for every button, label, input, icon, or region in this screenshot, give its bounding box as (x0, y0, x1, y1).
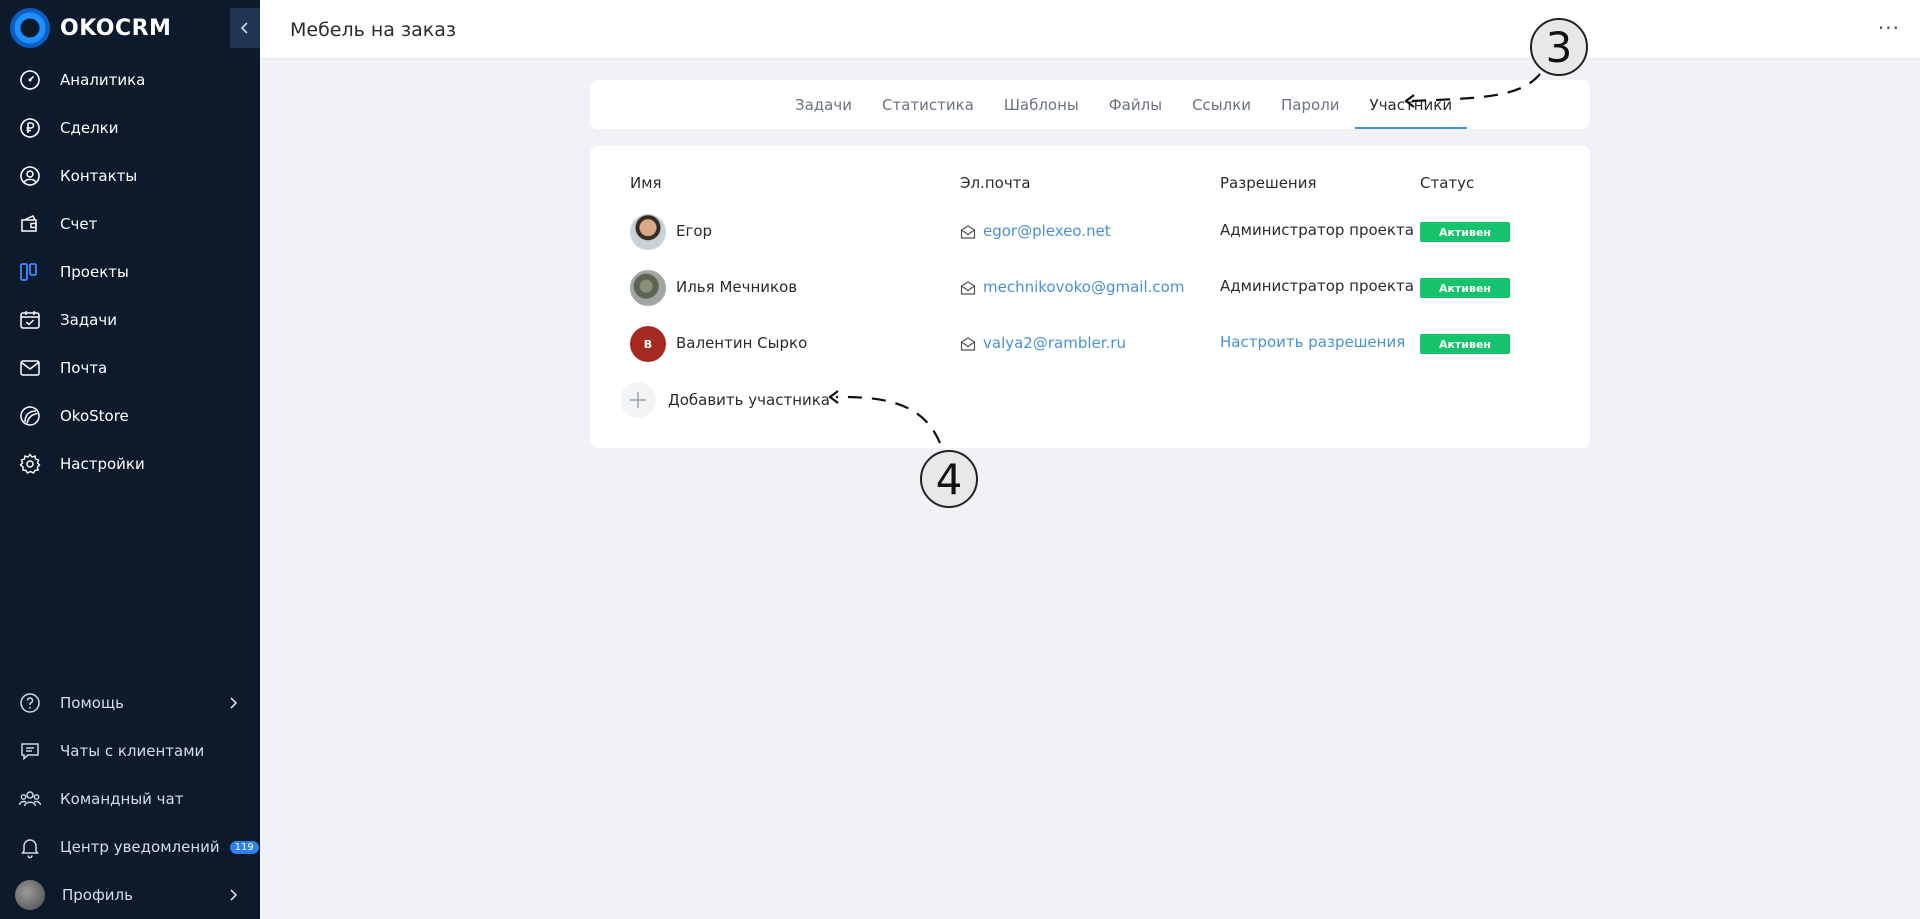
sidebar-item-label: Счет (60, 215, 98, 233)
sidebar: OKOCRM Аналитика Сделки Контакты Счет Пр… (0, 0, 260, 919)
column-header-permissions: Разрешения (1220, 174, 1317, 192)
member-email-link[interactable]: valya2@rambler.ru (983, 334, 1126, 352)
add-member-button[interactable]: Добавить участника (620, 382, 830, 418)
kanban-icon (18, 260, 42, 284)
sidebar-item-label: Центр уведомлений (60, 838, 220, 856)
sidebar-item-contacts[interactable]: Контакты (0, 152, 260, 200)
member-permission: Администратор проекта (1220, 277, 1414, 295)
project-tabs-card: Задачи Статистика Шаблоны Файлы Ссылки П… (590, 80, 1590, 129)
sidebar-item-projects[interactable]: Проекты (0, 248, 260, 296)
status-badge: Активен (1420, 278, 1510, 298)
column-header-name: Имя (630, 174, 662, 192)
mail-icon (960, 337, 976, 351)
table-row: В Валентин Сырко valya2@rambler.ru Настр… (590, 324, 1590, 364)
member-email-link[interactable]: egor@plexeo.net (983, 222, 1111, 240)
sidebar-item-okostore[interactable]: OkoStore (0, 392, 260, 440)
sidebar-item-label: Контакты (60, 167, 138, 185)
page-title: Мебель на заказ (290, 19, 456, 41)
member-permission: Администратор проекта (1220, 221, 1414, 239)
calendar-check-icon (18, 308, 42, 332)
more-options-button[interactable]: ··· (1878, 16, 1900, 40)
member-name: Егор (676, 222, 713, 240)
sidebar-item-deals[interactable]: Сделки (0, 104, 260, 152)
sidebar-item-client-chats[interactable]: Чаты с клиентами (0, 727, 260, 775)
sidebar-item-label: Командный чат (60, 790, 184, 808)
collapse-sidebar-button[interactable] (230, 8, 260, 48)
page-header: Мебель на заказ ··· (260, 0, 1920, 59)
sidebar-item-profile[interactable]: Профиль (0, 871, 260, 919)
column-header-status: Статус (1420, 174, 1475, 192)
mail-icon (960, 281, 976, 295)
tab-files[interactable]: Файлы (1094, 80, 1177, 129)
sidebar-item-label: Почта (60, 359, 108, 377)
avatar (630, 214, 666, 250)
sidebar-item-invoice[interactable]: Счет (0, 200, 260, 248)
tab-templates[interactable]: Шаблоны (989, 80, 1094, 129)
bell-icon (18, 835, 42, 859)
sidebar-item-tasks[interactable]: Задачи (0, 296, 260, 344)
table-row: Егор egor@plexeo.net Администратор проек… (590, 212, 1590, 252)
wallet-icon (18, 212, 42, 236)
mail-icon (960, 225, 976, 239)
main-nav: Аналитика Сделки Контакты Счет Проекты З… (0, 56, 260, 488)
sidebar-bottom-nav: Помощь Чаты с клиентами Командный чат Це… (0, 679, 260, 919)
tab-passwords[interactable]: Пароли (1266, 80, 1355, 129)
envelope-icon (18, 356, 42, 380)
user-circle-icon (18, 164, 42, 188)
member-name: Илья Мечников (676, 278, 798, 296)
tab-links[interactable]: Ссылки (1177, 80, 1266, 129)
gauge-icon (18, 68, 42, 92)
column-header-email: Эл.почта (960, 174, 1031, 192)
members-card: Имя Эл.почта Разрешения Статус Егор egor… (590, 146, 1590, 448)
team-icon (18, 787, 42, 811)
sidebar-item-label: Аналитика (60, 71, 146, 89)
sidebar-item-mail[interactable]: Почта (0, 344, 260, 392)
gear-icon (18, 452, 42, 476)
table-row: Илья Мечников mechnikovoko@gmail.com Адм… (590, 268, 1590, 308)
status-badge: Активен (1420, 222, 1510, 242)
sidebar-item-analytics[interactable]: Аналитика (0, 56, 260, 104)
sidebar-item-label: Задачи (60, 311, 117, 329)
sidebar-item-label: Сделки (60, 119, 119, 137)
tab-tasks[interactable]: Задачи (780, 80, 867, 129)
tab-statistics[interactable]: Статистика (867, 80, 989, 129)
brand-name: OKOCRM (60, 15, 172, 41)
status-badge: Активен (1420, 334, 1510, 354)
plus-icon (620, 382, 656, 418)
sidebar-item-help[interactable]: Помощь (0, 679, 260, 727)
question-icon (18, 691, 42, 715)
avatar: В (630, 326, 666, 362)
store-icon (18, 404, 42, 428)
tab-members[interactable]: Участники (1354, 80, 1468, 129)
sidebar-item-label: Настройки (60, 455, 145, 473)
sidebar-item-team-chat[interactable]: Командный чат (0, 775, 260, 823)
sidebar-item-label: Проекты (60, 263, 129, 281)
chevron-left-icon (240, 22, 248, 34)
annotation-callout-3: 3 (1530, 18, 1588, 76)
logo-mark-icon (10, 8, 50, 48)
avatar (630, 270, 666, 306)
configure-permissions-link[interactable]: Настроить разрешения (1220, 333, 1405, 351)
ruble-icon (18, 116, 42, 140)
add-member-label: Добавить участника (668, 391, 830, 409)
member-name: Валентин Сырко (676, 334, 808, 352)
annotation-callout-4: 4 (920, 450, 978, 508)
chevron-right-icon (230, 697, 238, 709)
sidebar-item-label: Профиль (62, 886, 133, 904)
sidebar-item-notifications[interactable]: Центр уведомлений 119 (0, 823, 260, 871)
chevron-right-icon (230, 889, 238, 901)
profile-avatar (15, 880, 45, 910)
sidebar-item-label: Помощь (60, 694, 124, 712)
brand-logo[interactable]: OKOCRM (10, 8, 171, 48)
sidebar-item-label: Чаты с клиентами (60, 742, 205, 760)
member-email-link[interactable]: mechnikovoko@gmail.com (983, 278, 1184, 296)
sidebar-item-settings[interactable]: Настройки (0, 440, 260, 488)
chat-icon (18, 739, 42, 763)
notifications-count-badge: 119 (229, 840, 259, 854)
project-tabs: Задачи Статистика Шаблоны Файлы Ссылки П… (780, 80, 1467, 129)
sidebar-item-label: OkoStore (60, 407, 129, 425)
